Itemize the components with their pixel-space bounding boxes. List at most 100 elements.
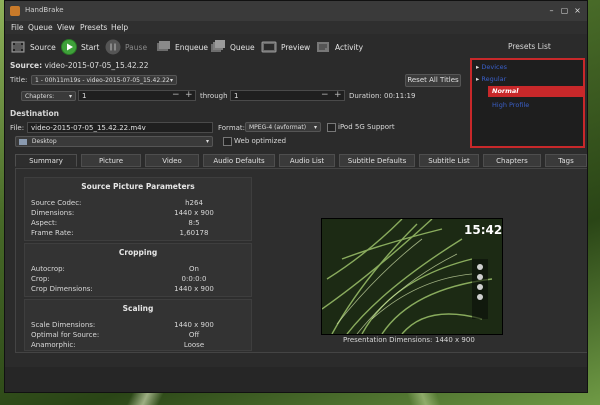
through-label: through bbox=[200, 92, 228, 100]
tv-icon bbox=[261, 41, 277, 53]
range-end-decrement-icon[interactable]: − bbox=[321, 90, 329, 100]
title-bar[interactable]: HandBrake – ▢ × bbox=[5, 1, 587, 22]
chevron-down-icon: ▾ bbox=[313, 124, 317, 131]
param-key: Dimensions: bbox=[31, 209, 75, 217]
scaling-group: Scaling Scale Dimensions: 1440 x 900 Opti… bbox=[24, 299, 252, 351]
param-key: Scale Dimensions: bbox=[31, 321, 96, 329]
title-select[interactable]: 1 - 00h11m19s - video-2015-07-05_15.42.2… bbox=[31, 75, 177, 85]
enqueue-icon bbox=[157, 41, 170, 51]
window-title: HandBrake bbox=[25, 6, 64, 14]
param-row: Dimensions: 1440 x 900 bbox=[31, 209, 245, 217]
tab-audio-defaults[interactable]: Audio Defaults bbox=[203, 154, 275, 167]
param-row: Anamorphic: Loose bbox=[31, 341, 245, 349]
expander-icon[interactable]: ▸ bbox=[476, 75, 479, 83]
group-title: Source Picture Parameters bbox=[81, 182, 195, 191]
param-value: h264 bbox=[185, 199, 203, 207]
menu-help[interactable]: Help bbox=[111, 23, 128, 32]
enqueue-button-label: Enqueue bbox=[175, 42, 208, 52]
start-button[interactable]: Start bbox=[61, 38, 99, 56]
preview-button[interactable]: Preview bbox=[261, 38, 310, 56]
range-mode-select[interactable]: Chapters: ▾ bbox=[21, 91, 76, 101]
title-label: Title: bbox=[10, 76, 28, 84]
tab-subtitle-defaults[interactable]: Subtitle Defaults bbox=[339, 154, 415, 167]
menu-presets[interactable]: Presets bbox=[80, 23, 107, 32]
film-icon bbox=[11, 41, 25, 53]
param-key: Optimal for Source: bbox=[31, 331, 100, 339]
tab-chapters[interactable]: Chapters bbox=[483, 154, 541, 167]
handbrake-window: HandBrake – ▢ × File Queue View Presets … bbox=[4, 0, 588, 393]
settings-tabs: Summary Picture Video Audio Defaults Aud… bbox=[15, 154, 587, 168]
menu-file[interactable]: File bbox=[11, 23, 24, 32]
pause-button[interactable]: Pause bbox=[105, 38, 147, 56]
maximize-icon[interactable]: ▢ bbox=[559, 5, 570, 16]
range-start-decrement-icon[interactable]: − bbox=[172, 90, 180, 100]
toolbar: Source Start Pause Enqueue Queue Preview… bbox=[5, 35, 587, 59]
param-row: Aspect: 8:5 bbox=[31, 219, 245, 227]
param-key: Frame Rate: bbox=[31, 229, 74, 237]
range-end-increment-icon[interactable]: + bbox=[334, 90, 342, 100]
minimize-icon[interactable]: – bbox=[546, 5, 557, 16]
queue-icon bbox=[211, 40, 225, 52]
param-key: Anamorphic: bbox=[31, 341, 76, 349]
web-optimized-checkbox[interactable] bbox=[223, 137, 232, 146]
destination-folder-select[interactable]: Desktop ▾ bbox=[15, 136, 213, 147]
format-label: Format: bbox=[218, 124, 246, 132]
param-value: 1440 x 900 bbox=[174, 321, 214, 329]
format-select-value: MPEG-4 (avformat) bbox=[249, 124, 307, 131]
range-start-increment-icon[interactable]: + bbox=[185, 90, 193, 100]
param-row: Scale Dimensions: 1440 x 900 bbox=[31, 321, 245, 329]
presentation-dimensions-label: Presentation Dimensions: bbox=[343, 336, 433, 344]
destination-file-field[interactable]: video-2015-07-05_15.42.22.m4v bbox=[27, 122, 213, 133]
preview-clock: 15:42 bbox=[464, 223, 503, 237]
menu-view[interactable]: View bbox=[57, 23, 75, 32]
param-row: Crop Dimensions: 1440 x 900 bbox=[31, 285, 245, 293]
status-bar bbox=[5, 367, 587, 392]
tab-tags[interactable]: Tags bbox=[545, 154, 587, 167]
presentation-dimensions-value: 1440 x 900 bbox=[435, 336, 475, 344]
chevron-down-icon: ▾ bbox=[68, 93, 72, 100]
activity-button[interactable]: Activity bbox=[315, 38, 363, 56]
param-row: Crop: 0:0:0:0 bbox=[31, 275, 245, 283]
param-row: Optimal for Source: Off bbox=[31, 331, 245, 339]
pause-icon bbox=[105, 39, 121, 55]
activity-log-icon bbox=[317, 42, 329, 52]
param-row: Autocrop: On bbox=[31, 265, 245, 273]
tab-summary[interactable]: Summary bbox=[15, 154, 77, 167]
range-mode-value: Chapters: bbox=[25, 93, 55, 100]
param-key: Crop: bbox=[31, 275, 50, 283]
preset-devices[interactable]: ▸ Devices bbox=[476, 63, 507, 71]
tab-audio-list[interactable]: Audio List bbox=[279, 154, 335, 167]
preset-label: Regular bbox=[481, 75, 507, 83]
param-value: On bbox=[189, 265, 199, 273]
enqueue-button[interactable]: Enqueue bbox=[155, 38, 208, 56]
close-icon[interactable]: × bbox=[572, 5, 583, 16]
title-select-value: 1 - 00h11m19s - video-2015-07-05_15.42.2… bbox=[35, 77, 170, 84]
tab-video[interactable]: Video bbox=[145, 154, 199, 167]
group-title: Scaling bbox=[122, 304, 154, 313]
param-value: 1440 x 900 bbox=[174, 209, 214, 217]
param-value: Loose bbox=[183, 341, 205, 349]
preset-regular[interactable]: ▸ Regular bbox=[476, 75, 506, 83]
tab-subtitle-list[interactable]: Subtitle List bbox=[419, 154, 479, 167]
chevron-down-icon: ▾ bbox=[205, 138, 209, 145]
monitor-icon bbox=[19, 138, 27, 145]
group-title: Cropping bbox=[118, 248, 158, 257]
menu-queue[interactable]: Queue bbox=[28, 23, 53, 32]
expander-icon[interactable]: ▸ bbox=[476, 63, 479, 71]
start-button-label: Start bbox=[81, 42, 100, 52]
preset-normal[interactable]: Normal bbox=[488, 86, 583, 97]
preset-high-profile[interactable]: High Profile bbox=[492, 101, 529, 109]
source-row: Source: video-2015-07-05_15.42.22 bbox=[10, 61, 149, 70]
queue-button-label: Queue bbox=[230, 42, 255, 52]
source-button[interactable]: Source bbox=[10, 38, 56, 56]
source-picture-parameters-group: Source Picture Parameters Source Codec: h… bbox=[24, 177, 252, 241]
duration-value: 00:11:19 bbox=[384, 92, 416, 100]
format-select[interactable]: MPEG-4 (avformat) ▾ bbox=[245, 122, 321, 132]
queue-button[interactable]: Queue bbox=[210, 38, 255, 56]
param-value: 1440 x 900 bbox=[174, 285, 214, 293]
preview-thumbnail[interactable]: 15:42 bbox=[321, 218, 503, 335]
ipod-support-checkbox[interactable] bbox=[327, 123, 336, 132]
destination-folder-value: Desktop bbox=[31, 138, 57, 145]
tab-picture[interactable]: Picture bbox=[81, 154, 141, 167]
reset-all-titles-button[interactable]: Reset All Titles bbox=[405, 74, 461, 87]
